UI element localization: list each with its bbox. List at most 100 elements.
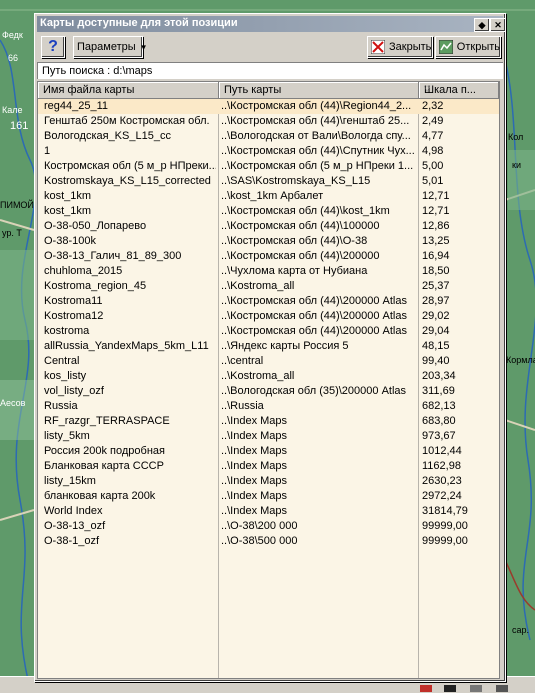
cell-map-name: World Index <box>44 505 103 517</box>
cell-map-name: 1 <box>44 145 51 157</box>
pin-icon[interactable]: ◆ <box>474 18 490 32</box>
window-title: Карты доступные для этой позиции <box>40 17 238 29</box>
map-label: Аесов <box>0 398 26 408</box>
map-label: ПИМОЙ <box>0 200 34 210</box>
cell-map-scale: 682,13 <box>422 400 456 412</box>
cell-map-name: kos_listy <box>44 370 87 382</box>
table-row[interactable]: Kostroma_region_45 ..\Kostroma_all 25,37 <box>38 279 499 294</box>
table-row[interactable]: O-38-100k ..\Костромская обл (44)\O-38 13,… <box>38 234 499 249</box>
cell-map-name: Kostroma_region_45 <box>44 280 147 292</box>
cell-map-path: ..\Костромская обл (44)\kost_1km <box>221 205 390 217</box>
table-row[interactable]: Бланковая карта СССР ..\Index Maps 1162,98 <box>38 459 499 474</box>
table-row[interactable]: allRussia_YandexMaps_5km_L11 ..\Яндекс ка… <box>38 339 499 354</box>
column-header-path[interactable]: Путь карты <box>219 82 419 99</box>
taskbar-icon[interactable] <box>496 685 508 692</box>
table-row[interactable]: chuhloma_2015 ..\Чухлома карта от Нубиана… <box>38 264 499 279</box>
table-row[interactable]: бланковая карта 200k ..\Index Maps 2972,24 <box>38 489 499 504</box>
cell-map-path: ..\Index Maps <box>221 445 288 457</box>
sort-arrow-icon: ▽ <box>424 84 431 93</box>
table-row[interactable]: vol_listy_ozf ..\Вологодская обл (35)\200… <box>38 384 499 399</box>
cell-map-name: Генштаб 250м Костромская обл. <box>44 115 210 127</box>
table-row[interactable]: listy_15km ..\Index Maps 2630,23 <box>38 474 499 489</box>
cell-map-path: ..\Index Maps <box>221 430 288 442</box>
table-row[interactable]: kostroma ..\Костромская обл (44)\200000 A… <box>38 324 499 339</box>
table-row[interactable]: kos_listy ..\Kostroma_all 203,34 <box>38 369 499 384</box>
cell-map-path: ..\Russia <box>221 400 264 412</box>
table-row[interactable]: Russia ..\Russia 682,13 <box>38 399 499 414</box>
map-label: сар. <box>512 625 530 635</box>
table-row[interactable]: World Index ..\Index Maps 31814,79 <box>38 504 499 519</box>
table-row[interactable]: O-38-13_ozf ..\O-38\200 000 99999,00 <box>38 519 499 534</box>
title-bar[interactable]: Карты доступные для этой позиции ◆ ✕ <box>37 16 506 32</box>
cell-map-scale: 203,34 <box>422 370 456 382</box>
table-row[interactable]: RF_razgr_TERRASPACE ..\Index Maps 683,80 <box>38 414 499 429</box>
cell-map-name: Россия 200k подробная <box>44 445 165 457</box>
table-row[interactable]: listy_5km ..\Index Maps 973,67 <box>38 429 499 444</box>
table-row[interactable]: reg44_25_11 ..\Костромская обл (44)\Regio… <box>38 99 499 114</box>
cell-map-scale: 13,25 <box>422 235 450 247</box>
table-row[interactable]: Kostroma12 ..\Костромская обл (44)\200000… <box>38 309 499 324</box>
close-button[interactable]: Закрыть <box>367 36 433 58</box>
table-row[interactable]: Kostromskaya_KS_L15_corrected ..\SAS\Kost… <box>38 174 499 189</box>
table-row[interactable]: Вологодская_KS_L15_cc ..\Вологодская от В… <box>38 129 499 144</box>
cell-map-scale: 683,80 <box>422 415 456 427</box>
cell-map-name: listy_5km <box>44 430 90 442</box>
toolbar: ? Параметры ▼ Закрыть Открыть <box>37 34 503 60</box>
cell-map-scale: 29,02 <box>422 310 450 322</box>
table-row[interactable]: Генштаб 250м Костромская обл. ..\Костромс… <box>38 114 499 129</box>
table-row[interactable]: O-38-13_Галич_81_89_300 ..\Костромская об… <box>38 249 499 264</box>
cell-map-scale: 29,04 <box>422 325 450 337</box>
close-icon[interactable]: ✕ <box>490 18 506 32</box>
help-button[interactable]: ? <box>41 36 65 58</box>
params-button[interactable]: Параметры ▼ <box>73 36 148 58</box>
cell-map-scale: 12,86 <box>422 220 450 232</box>
cell-map-name: Вологодская_KS_L15_cc <box>44 130 171 142</box>
cell-map-name: reg44_25_11 <box>44 100 109 112</box>
cell-map-path: ..\kost_1km Арбалет <box>221 190 324 202</box>
taskbar-icon[interactable] <box>420 685 432 692</box>
dropdown-arrow-icon: ▼ <box>139 42 148 52</box>
table-row[interactable]: kost_1km ..\kost_1km Арбалет 12,71 <box>38 189 499 204</box>
cell-map-path: ..\Kostroma_all <box>221 370 295 382</box>
open-map-icon <box>439 40 453 54</box>
table-row[interactable]: kost_1km ..\Костромская обл (44)\kost_1km… <box>38 204 499 219</box>
cell-map-path: ..\Вологодская обл (35)\200000 Atlas <box>221 385 407 397</box>
close-map-icon <box>371 40 385 54</box>
table-row[interactable]: O-38-050_Лопарево ..\Костромская обл (44)… <box>38 219 499 234</box>
taskbar-icon[interactable] <box>470 685 482 692</box>
cell-map-name: Бланковая карта СССР <box>44 460 164 472</box>
cell-map-name: RF_razgr_TERRASPACE <box>44 415 170 427</box>
map-label: 66 <box>8 53 19 63</box>
cell-map-scale: 5,01 <box>422 175 444 187</box>
cell-map-name: vol_listy_ozf <box>44 385 104 397</box>
cell-map-scale: 16,94 <box>422 250 450 262</box>
cell-map-path: ..\Index Maps <box>221 475 288 487</box>
cell-map-name: бланковая карта 200k <box>44 490 156 502</box>
open-button[interactable]: Открыть <box>435 36 501 58</box>
cell-map-path: ..\Костромская обл (44)\генштаб 25... <box>221 115 410 127</box>
cell-map-path: ..\Костромская обл (5 м_р НПреки 1... <box>221 160 414 172</box>
cell-map-scale: 99,40 <box>422 355 450 367</box>
cell-map-scale: 2630,23 <box>422 475 462 487</box>
map-label: ур. Т <box>2 228 22 238</box>
cell-map-scale: 1012,44 <box>422 445 462 457</box>
table-row[interactable]: O-38-1_ozf ..\O-38\500 000 99999,00 <box>38 534 499 549</box>
cell-map-name: chuhloma_2015 <box>44 265 123 277</box>
column-header-name[interactable]: Имя файла карты <box>38 82 219 99</box>
table-row[interactable]: Kostroma11 ..\Костромская обл (44)\200000… <box>38 294 499 309</box>
cell-map-scale: 31814,79 <box>422 505 468 517</box>
cell-map-path: ..\Чухлома карта от Нубиана <box>221 265 368 277</box>
cell-map-path: ..\Костромская обл (44)\Спутник Чух... <box>221 145 415 157</box>
cell-map-name: kost_1km <box>44 205 92 217</box>
table-row[interactable]: Костромская обл (5 м_р НПреки... ..\Костр… <box>38 159 499 174</box>
table-row[interactable]: 1 ..\Костромская обл (44)\Спутник Чух... 4… <box>38 144 499 159</box>
help-icon: ? <box>48 38 58 55</box>
cell-map-path: ..\O-38\500 000 <box>221 535 298 547</box>
taskbar-icon[interactable] <box>444 685 456 692</box>
column-header-scale[interactable]: Шкала п... ▽ <box>419 82 499 99</box>
cell-map-scale: 12,71 <box>422 190 450 202</box>
map-label: 161 <box>10 120 29 132</box>
table-row[interactable]: Россия 200k подробная ..\Index Maps 1012,4… <box>38 444 499 459</box>
maps-dialog: Карты доступные для этой позиции ◆ ✕ ? П… <box>34 13 506 682</box>
table-row[interactable]: Central ..\central 99,40 <box>38 354 499 369</box>
